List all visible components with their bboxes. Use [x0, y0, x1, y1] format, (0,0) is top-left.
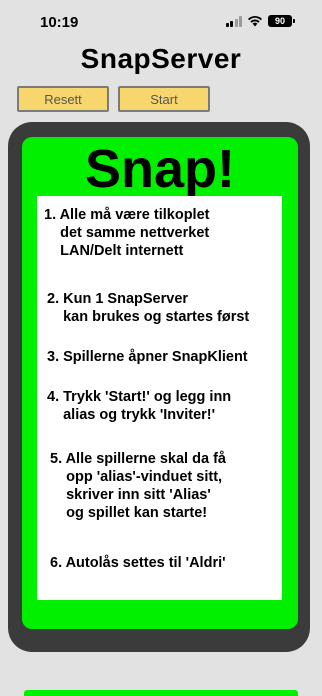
instruction-step-4: 4. Trykk 'Start!' og legg inn alias og t… — [47, 389, 232, 423]
app-title: SnapServer — [80, 43, 242, 74]
status-bar: 10:19 90 — [0, 0, 322, 40]
instruction-step-2: 2. Kun 1 SnapServer kan brukes og starte… — [47, 291, 250, 325]
reset-button[interactable]: Resett — [17, 86, 109, 112]
instruction-step-1: 1. Alle må være tilkoplet det samme nett… — [44, 207, 210, 259]
status-icons: 90 — [225, 15, 295, 27]
instruction-step-5: 5. Alle spillerne skal da få opp 'alias'… — [50, 451, 226, 521]
instruction-step-3: 3. Spillerne åpner SnapKlient — [47, 349, 248, 365]
status-time: 10:19 — [40, 14, 79, 31]
instruction-step-6: 6. Autolås settes til 'Aldri' — [50, 555, 226, 571]
start-button[interactable]: Start — [118, 86, 210, 112]
battery-icon: 90 — [268, 15, 295, 27]
bottom-panel-edge — [24, 690, 298, 696]
snap-heading: Snap! — [84, 139, 235, 199]
signal-icon — [225, 15, 242, 27]
wifi-icon — [248, 15, 262, 27]
